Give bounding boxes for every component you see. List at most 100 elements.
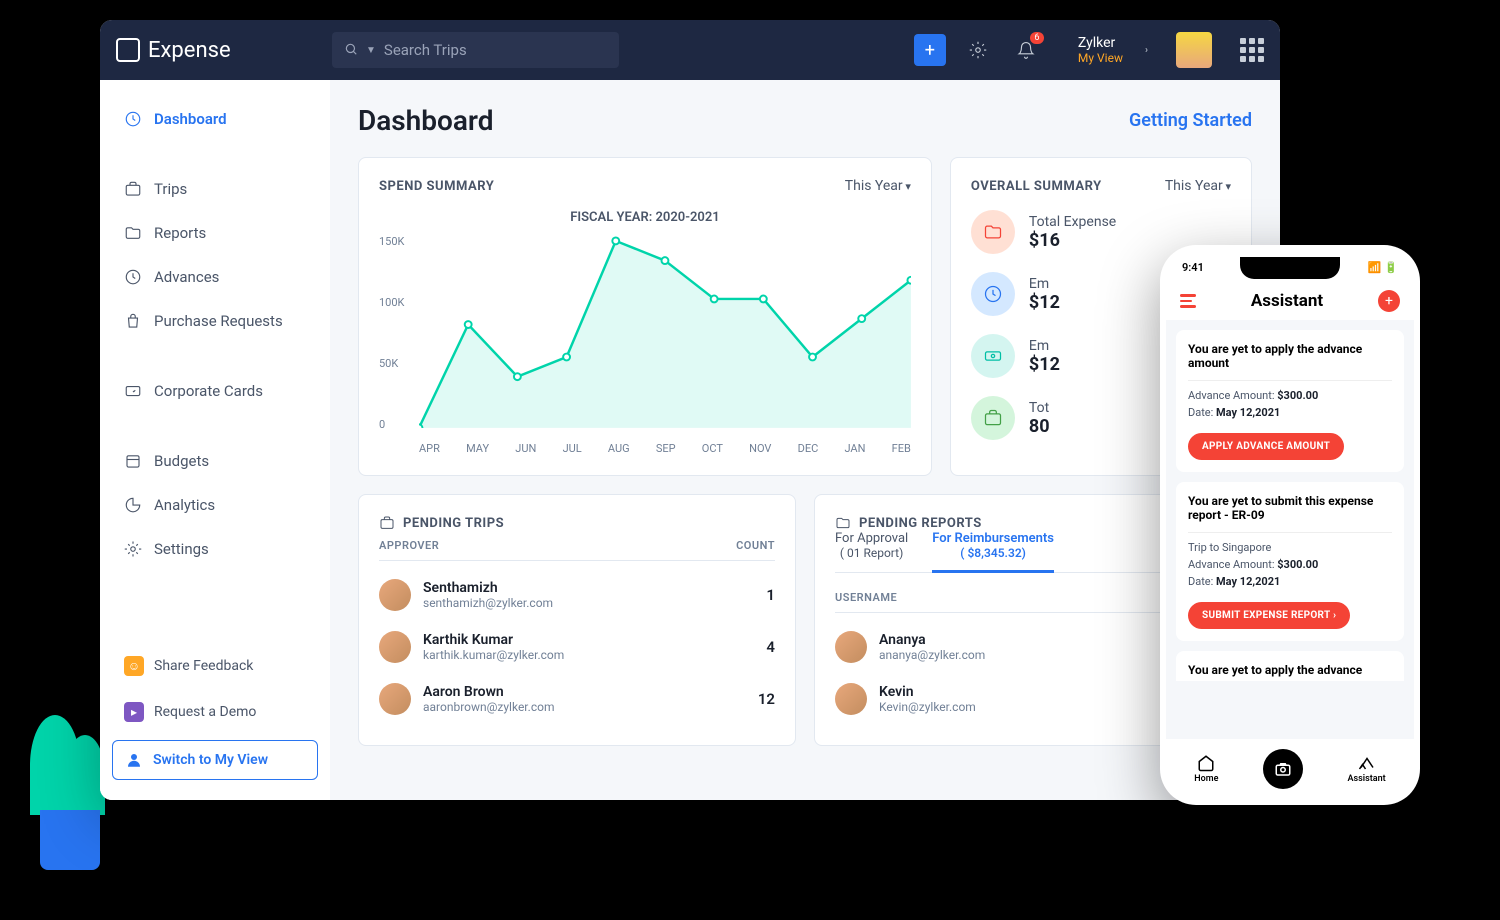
clock-icon [124,268,142,286]
sidebar-item-label: Budgets [154,452,209,470]
notification-badge: 6 [1030,32,1044,44]
assistant-card: You are yet to submit this expense repor… [1176,482,1404,641]
apps-grid-icon[interactable] [1240,38,1264,62]
nav-home[interactable]: Home [1194,754,1218,784]
sidebar-item-label: Advances [154,268,219,286]
sidebar-item-dashboard[interactable]: Dashboard [112,100,318,138]
feedback-label: Share Feedback [154,658,253,674]
overall-summary-title: OVERALL SUMMARY [971,179,1102,194]
main-content: Dashboard Getting Started SPEND SUMMARY … [330,80,1280,800]
demo-icon: ▸ [124,702,144,722]
mobile-phone-overlay: 9:41 📶 🔋 Assistant + You are yet to appl… [1160,245,1420,805]
phone-title: Assistant [1251,291,1323,311]
request-demo-button[interactable]: ▸ Request a Demo [112,694,318,730]
briefcase-icon [124,180,142,198]
folder-icon [124,224,142,242]
clock-icon [971,272,1015,316]
settings-button[interactable] [962,34,994,66]
money-icon [971,334,1015,378]
calendar-icon [124,452,142,470]
user-avatar[interactable] [1176,32,1212,68]
sidebar-item-trips[interactable]: Trips [112,170,318,208]
phone-notch [1240,257,1340,279]
sidebar-item-label: Analytics [154,496,215,514]
sidebar-item-settings[interactable]: Settings [112,530,318,568]
avatar [835,683,867,715]
notifications-button[interactable]: 6 [1010,34,1042,66]
avatar [379,683,411,715]
card-title: You are yet to apply the advance amount [1188,342,1392,370]
sidebar-item-label: Reports [154,224,206,242]
sidebar-item-label: Trips [154,180,187,198]
x-axis: APRMAYJUNJULAUGSEPOCTNOVDECJANFEB [419,442,911,455]
pending-reports-title: PENDING REPORTS [859,516,982,531]
assistant-card-partial: You are yet to apply the advance [1176,651,1404,681]
hamburger-icon[interactable] [1180,294,1196,308]
sidebar-item-reports[interactable]: Reports [112,214,318,252]
org-switcher[interactable]: Zylker My View [1078,35,1123,65]
chart-title: FISCAL YEAR: 2020-2021 [379,210,911,225]
gear-icon [124,540,142,558]
sidebar-item-analytics[interactable]: Analytics [112,486,318,524]
expense-icon [116,38,140,62]
app-logo[interactable]: Expense [116,38,316,63]
add-button[interactable]: + [1378,290,1400,312]
spend-chart: 150K 100K 50K 0 [379,235,911,455]
battery-icon: 📶 🔋 [1368,261,1398,274]
apply-advance-button[interactable]: APPLY ADVANCE AMOUNT [1188,433,1344,460]
page-title: Dashboard [358,104,494,137]
sidebar-item-label: Purchase Requests [154,312,283,330]
getting-started-link[interactable]: Getting Started [1129,110,1252,131]
avatar [379,579,411,611]
sidebar-item-label: Dashboard [154,110,227,128]
phone-bottom-nav: Home Assistant [1172,739,1408,793]
nav-assistant[interactable]: Assistant [1348,754,1386,784]
overall-period-dropdown[interactable]: This Year [1165,178,1231,194]
submit-report-button[interactable]: SUBMIT EXPENSE REPORT › [1188,602,1350,629]
switch-label: Switch to My View [153,752,268,768]
share-feedback-button[interactable]: ☺ Share Feedback [112,648,318,684]
bag-icon [124,312,142,330]
pending-trips-card: PENDING TRIPS APPROVERCOUNT Senthamizhse… [358,494,796,746]
pie-chart-icon [124,496,142,514]
switch-view-button[interactable]: Switch to My View [112,740,318,780]
sidebar-item-budgets[interactable]: Budgets [112,442,318,480]
assistant-icon [1358,754,1376,772]
sidebar-item-label: Settings [154,540,209,558]
feedback-icon: ☺ [124,656,144,676]
spend-summary-title: SPEND SUMMARY [379,179,494,194]
table-row[interactable]: Aaron Brownaaronbrown@zylker.com12 [379,673,775,725]
bell-icon [1017,41,1035,59]
add-button[interactable]: + [914,34,946,66]
camera-icon [1274,760,1292,778]
topbar: Expense ▼ + 6 Zylker My View › [100,20,1280,80]
table-row[interactable]: Senthamizhsenthamizh@zylker.com1 [379,569,775,621]
y-axis: 150K 100K 50K 0 [379,235,404,431]
chevron-right-icon[interactable]: › [1145,45,1148,56]
assistant-card: You are yet to apply the advance amount … [1176,330,1404,472]
sidebar-item-corporate-cards[interactable]: Corporate Cards [112,372,318,410]
avatar [835,631,867,663]
clock-icon [124,110,142,128]
folder-icon [835,515,851,531]
table-row[interactable]: Karthik Kumarkarthik.kumar@zylker.com4 [379,621,775,673]
sidebar-item-purchase-requests[interactable]: Purchase Requests [112,302,318,340]
gear-icon [969,41,987,59]
briefcase-icon [971,396,1015,440]
tab-for-approval[interactable]: For Approval( 01 Report) [835,531,908,572]
org-view: My View [1078,51,1123,65]
demo-label: Request a Demo [154,704,256,720]
chevron-down-icon[interactable]: ▼ [366,45,376,56]
search-container[interactable]: ▼ [332,32,619,68]
app-name: Expense [148,38,231,63]
card-icon [124,382,142,400]
camera-button[interactable] [1263,749,1303,789]
spend-period-dropdown[interactable]: This Year [845,178,911,194]
line-chart [419,235,911,428]
search-input[interactable] [384,41,607,59]
org-name: Zylker [1078,35,1115,51]
spend-summary-card: SPEND SUMMARY This Year FISCAL YEAR: 202… [358,157,932,476]
sidebar: Dashboard Trips Reports Advances Purchas… [100,80,330,800]
sidebar-item-advances[interactable]: Advances [112,258,318,296]
tab-for-reimbursements[interactable]: For Reimbursements( $8,345.32) [932,531,1054,573]
